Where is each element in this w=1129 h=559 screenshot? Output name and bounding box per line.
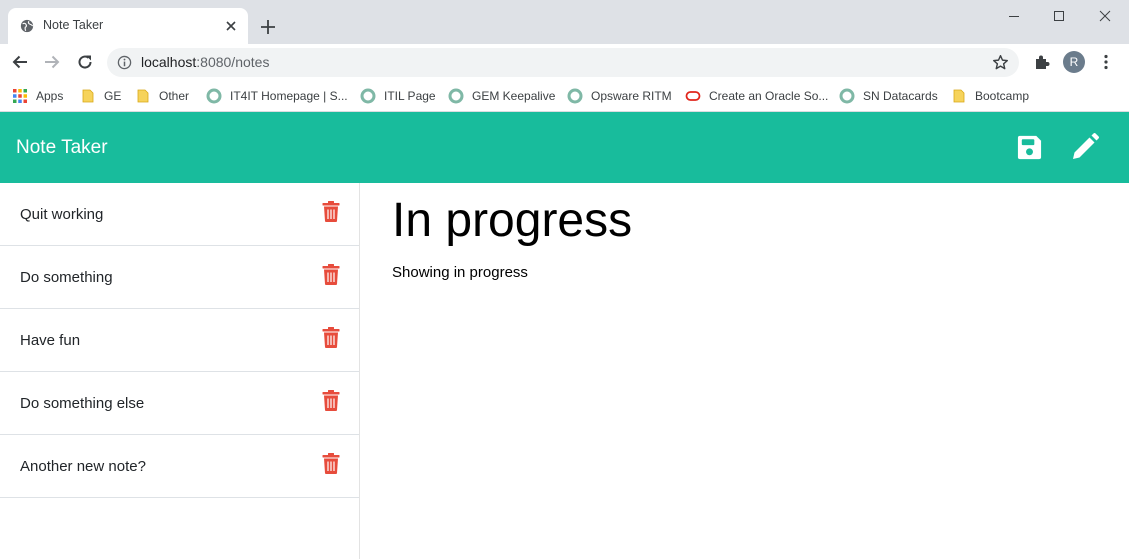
bookmark-label: Opsware RITM	[591, 89, 672, 103]
plus-icon[interactable]	[259, 18, 277, 36]
note-item[interactable]: Have fun	[0, 309, 359, 372]
site-icon	[206, 88, 222, 104]
minimize-icon[interactable]	[1006, 8, 1022, 24]
bookmark-label: IT4IT Homepage | S...	[230, 89, 348, 103]
bookmark-apps[interactable]: Apps	[12, 87, 63, 105]
folder-icon	[82, 89, 94, 103]
notes-list: Quit working Do something Have fun Do so…	[0, 183, 360, 559]
trash-icon[interactable]	[322, 327, 340, 348]
url-path: :8080/notes	[196, 54, 270, 70]
url-text[interactable]: localhost:8080/notes	[141, 54, 269, 70]
bookmark-label: GE	[104, 89, 122, 103]
profile-avatar[interactable]: R	[1063, 51, 1085, 73]
reload-icon[interactable]	[76, 53, 94, 71]
bookmark-label: Create an Oracle So...	[709, 89, 829, 103]
bookmark-label: Other	[159, 89, 190, 103]
note-item[interactable]: Quit working	[0, 183, 359, 246]
url-host: localhost	[141, 54, 197, 70]
tab-title: Note Taker	[43, 18, 104, 32]
bookmark-opsware[interactable]: Opsware RITM	[567, 87, 672, 105]
address-bar[interactable]: localhost:8080/notes	[107, 48, 1019, 77]
folder-icon	[953, 89, 965, 103]
bookmark-itil[interactable]: ITIL Page	[360, 87, 436, 105]
window-close-icon[interactable]	[1097, 8, 1113, 24]
bookmark-label: Bootcamp	[975, 89, 1030, 103]
note-title: Have fun	[20, 332, 81, 349]
bookmark-oracle[interactable]: Create an Oracle So...	[685, 87, 828, 105]
bookmark-label: SN Datacards	[863, 89, 938, 103]
trash-icon[interactable]	[322, 201, 340, 222]
oracle-icon	[685, 91, 701, 101]
note-title-input[interactable]: In progress	[392, 193, 632, 248]
site-icon	[839, 88, 855, 104]
note-textarea[interactable]: Showing in progress	[392, 264, 528, 281]
bookmark-label: GEM Keepalive	[472, 89, 556, 103]
site-icon	[360, 88, 376, 104]
save-icon[interactable]	[1016, 134, 1043, 161]
site-icon	[448, 88, 464, 104]
back-arrow-icon[interactable]	[11, 53, 29, 71]
bookmark-folder-bootcamp[interactable]: Bootcamp	[951, 87, 1029, 105]
trash-icon[interactable]	[322, 264, 340, 285]
bookmark-sn-datacards[interactable]: SN Datacards	[839, 87, 938, 105]
star-icon[interactable]	[992, 54, 1009, 71]
apps-grid-icon	[13, 89, 27, 103]
bookmark-folder-ge[interactable]: GE	[80, 87, 121, 105]
tab-strip: Note Taker	[0, 0, 1129, 44]
note-editor: In progress Showing in progress	[360, 183, 1129, 559]
browser-toolbar: localhost:8080/notes R	[0, 44, 1129, 81]
pencil-icon[interactable]	[1070, 132, 1100, 162]
close-icon[interactable]	[223, 18, 239, 34]
note-item[interactable]: Do something	[0, 246, 359, 309]
browser-tab[interactable]: Note Taker	[8, 8, 248, 44]
forward-arrow-icon[interactable]	[43, 53, 61, 71]
maximize-icon[interactable]	[1051, 8, 1067, 24]
app-brand[interactable]: Note Taker	[16, 137, 108, 159]
bookmark-folder-other[interactable]: Other	[135, 87, 189, 105]
note-item[interactable]: Another new note?	[0, 435, 359, 498]
note-title: Quit working	[20, 206, 104, 223]
bookmark-label: ITIL Page	[384, 89, 436, 103]
trash-icon[interactable]	[322, 390, 340, 411]
app-navbar: Note Taker	[0, 112, 1129, 183]
note-item[interactable]: Do something else	[0, 372, 359, 435]
bookmark-it4it[interactable]: IT4IT Homepage | S...	[206, 87, 348, 105]
bookmarks-bar: Apps GE Other IT4IT Homepage | S... ITIL…	[0, 81, 1129, 112]
note-title: Do something	[20, 269, 113, 286]
note-title: Another new note?	[20, 458, 146, 475]
trash-icon[interactable]	[322, 453, 340, 474]
info-icon[interactable]	[117, 55, 132, 70]
bookmark-label: Apps	[36, 89, 64, 103]
globe-icon	[20, 19, 34, 33]
extensions-puzzle-icon[interactable]	[1033, 53, 1051, 71]
more-vert-icon[interactable]	[1097, 53, 1115, 71]
folder-icon	[137, 89, 149, 103]
note-title: Do something else	[20, 395, 145, 412]
site-icon	[567, 88, 583, 104]
bookmark-gem[interactable]: GEM Keepalive	[448, 87, 555, 105]
